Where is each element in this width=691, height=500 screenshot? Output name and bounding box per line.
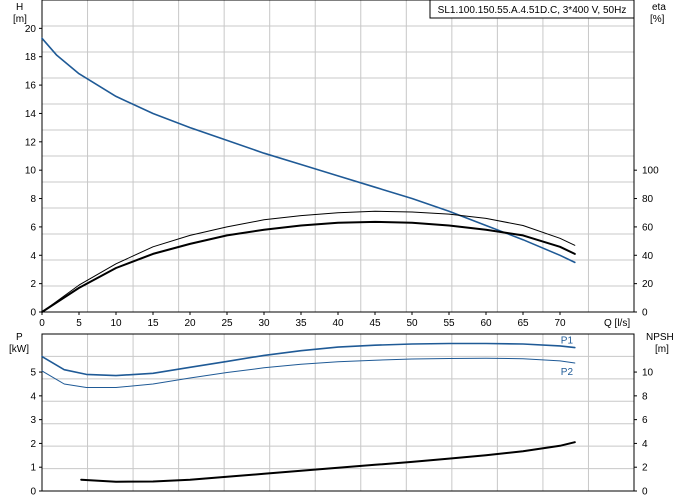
- left-axis-tick-label: 6: [30, 222, 36, 233]
- head-efficiency-chart: 02468101214161820020406080100H[m]eta[%]S…: [13, 0, 666, 329]
- series-line-0-0: [41, 37, 576, 264]
- left-axis-tick-label: 2: [30, 439, 36, 450]
- x-axis-tick-label: 20: [184, 318, 196, 329]
- left-axis-tick-label: 3: [30, 415, 36, 426]
- right-axis-tick-label: 0: [642, 487, 648, 498]
- right-axis-tick-label: 4: [642, 439, 648, 450]
- chart-title: SL1.100.150.55.A.4.51D.C, 3*400 V, 50Hz: [438, 5, 627, 16]
- x-axis-tick-label: 45: [369, 318, 381, 329]
- x-axis-tick-label: 65: [517, 318, 529, 329]
- x-axis-tick-label: 0: [39, 318, 45, 329]
- left-axis-tick-label: 12: [25, 137, 37, 148]
- right-axis-tick-label: 8: [642, 391, 648, 402]
- left-axis-label-unit: [m]: [13, 14, 27, 25]
- right-axis-label-name: NPSH: [646, 332, 674, 343]
- right-axis-tick-label: 20: [642, 279, 654, 290]
- left-axis-tick-label: 2: [30, 279, 36, 290]
- x-axis-tick-label: 50: [406, 318, 418, 329]
- right-axis-tick-label: 2: [642, 463, 648, 474]
- x-axis-tick-label: 35: [295, 318, 307, 329]
- right-axis-tick-label: 10: [642, 368, 654, 379]
- left-axis-tick-label: 16: [25, 81, 37, 92]
- x-axis-tick-label: 40: [332, 318, 344, 329]
- series-line-p2: [41, 357, 576, 388]
- x-axis-tick-label: 55: [443, 318, 455, 329]
- right-axis-tick-label: 100: [642, 166, 659, 177]
- left-axis-tick-label: 5: [30, 368, 36, 379]
- series-label-p1: P1: [561, 336, 574, 347]
- right-axis-label-name: eta: [652, 2, 666, 13]
- series-label-p2: P2: [561, 367, 574, 378]
- left-axis-label-unit: [kW]: [9, 344, 29, 355]
- left-axis-tick-label: 4: [30, 391, 36, 402]
- power-npsh-chart: 0 1 2 3 4 5 0 2 4 6 8 10 P[kW] NPSH[m] P1 P2: [9, 332, 674, 498]
- right-axis-tick-label: 80: [642, 194, 654, 205]
- x-axis-tick-label: 30: [258, 318, 270, 329]
- pump-curve-chart: 02468101214161820020406080100H[m]eta[%]S…: [9, 0, 674, 498]
- x-axis-tick-label: 10: [110, 318, 122, 329]
- left-axis-tick-label: 0: [30, 487, 36, 498]
- x-axis-tick-label: 60: [480, 318, 492, 329]
- left-axis-tick-label: 8: [30, 194, 36, 205]
- x-axis-label: Q [l/s]: [604, 318, 630, 329]
- x-axis-tick-label: 15: [147, 318, 159, 329]
- series-line-0-1: [41, 210, 576, 313]
- left-axis-label-name: H: [16, 2, 23, 13]
- left-axis-tick-label: 1: [30, 463, 36, 474]
- right-axis-label-unit: [m]: [655, 344, 669, 355]
- right-axis-label-unit: [%]: [650, 14, 665, 25]
- x-axis-tick-label: 25: [221, 318, 233, 329]
- right-axis-tick-label: 40: [642, 251, 654, 262]
- series-line-0-2: [41, 220, 576, 313]
- right-axis-tick-label: 6: [642, 415, 648, 426]
- x-axis-tick-label: 5: [76, 318, 82, 329]
- x-axis-tick-label: 70: [554, 318, 566, 329]
- series-line-1-2: [80, 441, 576, 483]
- left-axis-label-name: P: [16, 332, 23, 343]
- right-axis-tick-label: 60: [642, 222, 654, 233]
- left-axis-tick-label: 18: [25, 52, 37, 63]
- left-axis-tick-label: 10: [25, 166, 37, 177]
- series-line-p1: [41, 342, 576, 377]
- left-axis-tick-label: 4: [30, 251, 36, 262]
- right-axis-tick-label: 0: [642, 308, 648, 319]
- left-axis-tick-label: 14: [25, 109, 37, 120]
- left-axis-tick-label: 20: [25, 24, 37, 35]
- left-axis-tick-label: 0: [30, 308, 36, 319]
